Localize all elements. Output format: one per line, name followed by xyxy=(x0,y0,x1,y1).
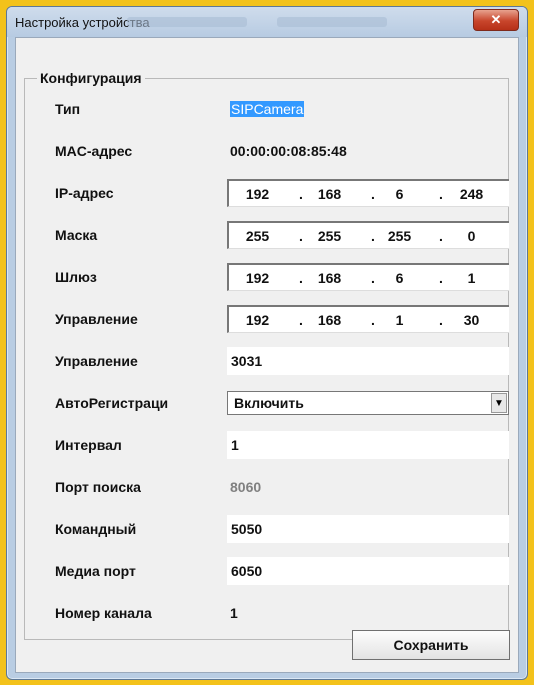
octet-separator: . xyxy=(299,186,303,202)
device-settings-window: Настройка устройства ✕ Конфигурация Тип … xyxy=(6,6,528,680)
gateway-octet-4[interactable]: 1 xyxy=(449,270,494,286)
title-bar-decoration xyxy=(127,17,247,27)
row-media-port: Медиа порт 6050 xyxy=(25,557,509,587)
octet-separator: . xyxy=(439,186,443,202)
command-port-value: 5050 xyxy=(231,521,263,537)
configuration-group: Конфигурация Тип SIPCamera MAC-адрес 00:… xyxy=(24,70,509,640)
mask-octet-4[interactable]: 0 xyxy=(449,228,494,244)
octet-separator: . xyxy=(371,228,375,244)
control-ip-input[interactable]: 192 . 168 . 1 . 30 xyxy=(227,305,509,333)
media-port-label: Медиа порт xyxy=(55,563,136,579)
ip-label: IP-адрес xyxy=(55,185,114,201)
mask-octet-2[interactable]: 255 xyxy=(307,228,352,244)
row-gateway: Шлюз 192 . 168 . 6 . 1 xyxy=(25,263,509,293)
row-mac: MAC-адрес 00:00:00:08:85:48 xyxy=(25,137,508,167)
octet-separator: . xyxy=(439,270,443,286)
octet-separator: . xyxy=(439,228,443,244)
octet-separator: . xyxy=(371,312,375,328)
gateway-label: Шлюз xyxy=(55,269,97,285)
gateway-input[interactable]: 192 . 168 . 6 . 1 xyxy=(227,263,509,291)
control-port-field[interactable]: 3031 xyxy=(227,347,509,375)
chevron-down-icon[interactable]: ▼ xyxy=(491,393,507,413)
type-value[interactable]: SIPCamera xyxy=(230,101,305,117)
ip-octet-3[interactable]: 6 xyxy=(377,186,422,202)
media-port-value: 6050 xyxy=(231,563,263,579)
type-value-text: SIPCamera xyxy=(230,101,305,117)
row-type: Тип SIPCamera xyxy=(25,95,508,125)
row-control-ip: Управление 192 . 168 . 1 . 30 xyxy=(25,305,509,335)
octet-separator: . xyxy=(299,228,303,244)
interval-field[interactable]: 1 xyxy=(227,431,509,459)
octet-separator: . xyxy=(299,312,303,328)
group-title: Конфигурация xyxy=(37,70,145,86)
octet-separator: . xyxy=(371,186,375,202)
mask-label: Маска xyxy=(55,227,98,243)
control-port-label: Управление xyxy=(55,353,138,369)
ip-octet-4[interactable]: 248 xyxy=(449,186,494,202)
interval-label: Интервал xyxy=(55,437,122,453)
dialog-client-area: Конфигурация Тип SIPCamera MAC-адрес 00:… xyxy=(15,37,519,673)
octet-separator: . xyxy=(299,270,303,286)
row-channel: Номер канала 1 xyxy=(25,599,508,629)
ip-address-input[interactable]: 192 . 168 . 6 . 248 xyxy=(227,179,509,207)
row-command: Командный 5050 xyxy=(25,515,509,545)
interval-value: 1 xyxy=(231,437,239,453)
save-button[interactable]: Сохранить xyxy=(352,630,510,660)
command-port-field[interactable]: 5050 xyxy=(227,515,509,543)
octet-separator: . xyxy=(439,312,443,328)
ip-octet-1[interactable]: 192 xyxy=(235,186,280,202)
control-ip-octet-4[interactable]: 30 xyxy=(449,312,494,328)
gateway-octet-3[interactable]: 6 xyxy=(377,270,422,286)
mac-value: 00:00:00:08:85:48 xyxy=(230,143,347,159)
mask-octet-3[interactable]: 255 xyxy=(377,228,422,244)
channel-label: Номер канала xyxy=(55,605,152,621)
type-label: Тип xyxy=(55,101,81,117)
title-bar[interactable]: Настройка устройства ✕ xyxy=(7,7,527,37)
row-interval: Интервал 1 xyxy=(25,431,509,461)
search-port-label: Порт поиска xyxy=(55,479,141,495)
mask-octet-1[interactable]: 255 xyxy=(235,228,280,244)
close-icon: ✕ xyxy=(490,12,502,27)
mask-input[interactable]: 255 . 255 . 255 . 0 xyxy=(227,221,509,249)
search-port-value: 8060 xyxy=(230,479,262,495)
row-control-port: Управление 3031 xyxy=(25,347,509,377)
title-bar-decoration xyxy=(277,17,387,27)
control-ip-octet-2[interactable]: 168 xyxy=(307,312,352,328)
control-ip-octet-3[interactable]: 1 xyxy=(377,312,422,328)
row-ip: IP-адрес 192 . 168 . 6 . 248 xyxy=(25,179,509,209)
gateway-octet-1[interactable]: 192 xyxy=(235,270,280,286)
ip-octet-2[interactable]: 168 xyxy=(307,186,352,202)
gateway-octet-2[interactable]: 168 xyxy=(307,270,352,286)
row-mask: Маска 255 . 255 . 255 . 0 xyxy=(25,221,509,251)
autoreg-selected-value: Включить xyxy=(234,395,304,411)
control-ip-label: Управление xyxy=(55,311,138,327)
row-search-port: Порт поиска 8060 xyxy=(25,473,508,503)
octet-separator: . xyxy=(371,270,375,286)
autoreg-select[interactable]: Включить ▼ xyxy=(227,391,509,415)
autoreg-label: АвтоРегистраци xyxy=(55,395,169,411)
command-label: Командный xyxy=(55,521,137,537)
channel-value: 1 xyxy=(230,605,238,621)
control-ip-octet-1[interactable]: 192 xyxy=(235,312,280,328)
control-port-value: 3031 xyxy=(231,353,263,369)
media-port-field[interactable]: 6050 xyxy=(227,557,509,585)
close-button[interactable]: ✕ xyxy=(473,9,519,31)
mac-label: MAC-адрес xyxy=(55,143,133,159)
row-autoreg: АвтоРегистраци Включить ▼ xyxy=(25,389,509,419)
